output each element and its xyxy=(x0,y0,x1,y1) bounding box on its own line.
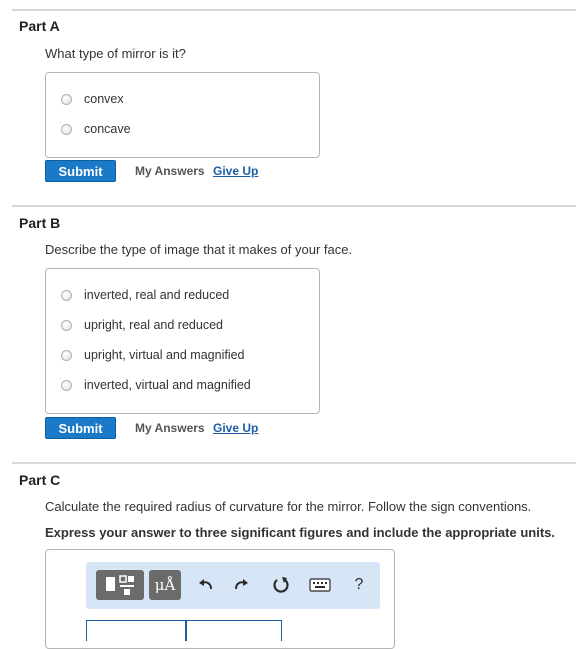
radio-button[interactable] xyxy=(61,93,72,105)
option-upright-real-reduced[interactable]: upright, real and reduced xyxy=(61,316,223,334)
part-a-give-up-link[interactable]: Give Up xyxy=(213,164,258,178)
part-a-title: Part A xyxy=(19,18,60,34)
option-label: inverted, real and reduced xyxy=(84,288,230,302)
part-a-submit-button[interactable]: Submit xyxy=(45,160,116,182)
help-icon[interactable]: ? xyxy=(349,570,369,600)
radio-button[interactable] xyxy=(61,289,72,301)
part-a-divider xyxy=(12,9,576,11)
radio-button[interactable] xyxy=(61,123,72,135)
option-label: convex xyxy=(84,92,124,106)
part-c-instruction: Express your answer to three significant… xyxy=(45,525,555,540)
option-label: upright, real and reduced xyxy=(84,318,223,332)
math-toolbar: μÅ ? xyxy=(86,562,380,609)
radio-button[interactable] xyxy=(61,319,72,331)
part-b-divider xyxy=(12,205,576,207)
part-a-choices: convex concave xyxy=(45,72,320,158)
part-b-submit-button[interactable]: Submit xyxy=(45,417,116,439)
part-a-my-answers-link[interactable]: My Answers xyxy=(135,164,205,178)
part-b-choices: inverted, real and reduced upright, real… xyxy=(45,268,320,414)
reset-icon[interactable] xyxy=(269,570,293,600)
units-input[interactable] xyxy=(186,620,282,641)
help-glyph: ? xyxy=(354,576,364,593)
keyboard-icon[interactable] xyxy=(307,570,333,600)
radio-button[interactable] xyxy=(61,379,72,391)
option-upright-virtual-magnified[interactable]: upright, virtual and magnified xyxy=(61,346,245,364)
option-inverted-real-reduced[interactable]: inverted, real and reduced xyxy=(61,286,229,304)
templates-icon[interactable] xyxy=(96,570,144,600)
redo-icon[interactable] xyxy=(229,570,253,600)
part-b-my-answers-link[interactable]: My Answers xyxy=(135,421,205,435)
option-label: upright, virtual and magnified xyxy=(84,348,245,362)
units-glyph: μÅ xyxy=(154,576,176,594)
option-concave[interactable]: concave xyxy=(61,120,131,138)
option-label: inverted, virtual and magnified xyxy=(84,378,251,392)
option-convex[interactable]: convex xyxy=(61,90,124,108)
part-b-title: Part B xyxy=(19,215,61,231)
units-icon[interactable]: μÅ xyxy=(149,570,181,600)
part-a-question: What type of mirror is it? xyxy=(45,46,186,61)
part-c-divider xyxy=(12,462,576,464)
radio-button[interactable] xyxy=(61,349,72,361)
part-b-question: Describe the type of image that it makes… xyxy=(45,242,353,257)
undo-icon[interactable] xyxy=(194,570,218,600)
option-label: concave xyxy=(84,122,131,136)
part-c-title: Part C xyxy=(19,472,61,488)
part-c-question: Calculate the required radius of curvatu… xyxy=(45,499,532,514)
option-inverted-virtual-magnified[interactable]: inverted, virtual and magnified xyxy=(61,376,251,394)
part-b-give-up-link[interactable]: Give Up xyxy=(213,421,258,435)
value-input[interactable] xyxy=(86,620,186,641)
